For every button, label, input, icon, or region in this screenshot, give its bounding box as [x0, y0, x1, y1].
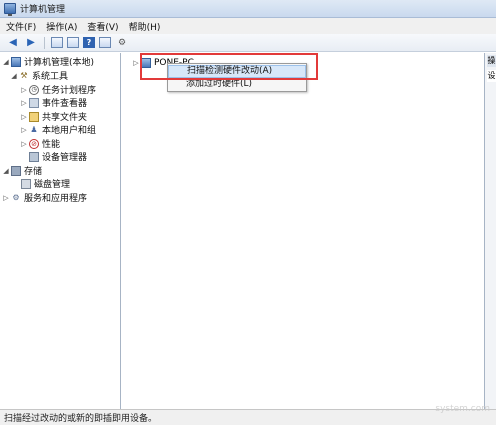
title-bar: 计算机管理: [0, 0, 496, 18]
tree-item-storage[interactable]: ◢ 存储: [2, 164, 42, 177]
help-icon[interactable]: ?: [83, 37, 95, 48]
window-title: 计算机管理: [20, 5, 66, 15]
services-icon: ⚙: [12, 193, 20, 202]
clock-icon: ◷: [29, 84, 39, 95]
tree-item-task-scheduler[interactable]: ▷ ◷ 任务计划程序: [20, 83, 96, 96]
tree-item-label: 性能: [42, 140, 61, 150]
menu-file[interactable]: 文件(F): [6, 20, 36, 33]
tree-item-services-applications[interactable]: ▷ ⚙ 服务和应用程序: [2, 191, 87, 204]
menu-view[interactable]: 查看(V): [87, 20, 118, 33]
tree-item-device-manager[interactable]: 设备管理器: [28, 150, 87, 163]
computer-icon: [11, 56, 21, 67]
scan-hardware-icon[interactable]: ⚙: [115, 36, 129, 49]
tree-item-label: 存储: [24, 167, 43, 177]
tree-item-disk-management[interactable]: 磁盘管理: [20, 177, 70, 190]
tools-icon: ⚒: [20, 71, 28, 80]
menu-item-scan-hardware-changes[interactable]: 扫描检测硬件改动(A): [168, 65, 306, 78]
actions-item[interactable]: 设: [487, 70, 496, 82]
tree-item-label: 设备管理器: [42, 153, 88, 163]
tree-item-label: 事件查看器: [42, 99, 88, 109]
actions-header[interactable]: 操: [487, 55, 496, 67]
tree-item-event-viewer[interactable]: ▷ 事件查看器: [20, 96, 87, 109]
tree-item-label: 服务和应用程序: [24, 194, 88, 204]
tree-item-local-users[interactable]: ▷ ♟ 本地用户和组: [20, 123, 96, 136]
expand-arrow-icon[interactable]: ▷: [20, 140, 28, 148]
toolbar: ◀ ▶ ? ⚙: [0, 34, 496, 52]
tree-item-computer-management[interactable]: ◢ 计算机管理(本地): [2, 55, 94, 68]
menu-item-add-legacy-hardware[interactable]: 添加过时硬件(L): [168, 78, 306, 91]
watermark: system.com: [435, 404, 490, 414]
status-bar: 扫描经过改动的或新的即插即用设备。: [0, 409, 496, 425]
expand-arrow-icon[interactable]: ▷: [20, 126, 28, 134]
show-hide-tree-icon[interactable]: [67, 37, 79, 48]
properties-icon[interactable]: [99, 37, 111, 48]
tree-item-label: 任务计划程序: [42, 86, 97, 96]
tree-item-label: 系统工具: [32, 72, 69, 82]
menu-help[interactable]: 帮助(H): [129, 20, 161, 33]
navigation-tree: ◢ 计算机管理(本地) ◢ ⚒ 系统工具 ▷ ◷ 任务计划程序 ▷ 事件查看器 …: [0, 53, 121, 409]
tree-item-label: 本地用户和组: [42, 126, 97, 136]
forward-arrow-icon[interactable]: ▶: [24, 36, 38, 49]
collapse-arrow-icon[interactable]: ◢: [10, 72, 18, 80]
users-icon: ♟: [30, 125, 38, 134]
menu-bar: 文件(F) 操作(A) 查看(V) 帮助(H): [0, 18, 496, 34]
computer-management-icon: [4, 3, 16, 16]
device-manager-icon: [29, 151, 39, 162]
tree-item-label: 计算机管理(本地): [24, 58, 95, 68]
toolbar-divider: [44, 36, 45, 49]
tree-item-shared-folders[interactable]: ▷ 共享文件夹: [20, 110, 87, 123]
collapse-arrow-icon[interactable]: ◢: [2, 58, 10, 66]
expand-arrow-icon[interactable]: ▷: [132, 59, 140, 67]
context-menu: 扫描检测硬件改动(A) 添加过时硬件(L): [167, 63, 307, 92]
back-arrow-icon[interactable]: ◀: [6, 36, 20, 49]
disk-icon: [21, 178, 31, 189]
up-folder-icon[interactable]: [51, 37, 63, 48]
expand-arrow-icon[interactable]: ▷: [20, 86, 28, 94]
tree-item-system-tools[interactable]: ◢ ⚒ 系统工具: [10, 69, 68, 82]
expand-arrow-icon[interactable]: ▷: [2, 194, 10, 202]
tree-item-performance[interactable]: ▷ ⊘ 性能: [20, 137, 60, 150]
status-text: 扫描经过改动的或新的即插即用设备。: [4, 414, 158, 424]
menu-action[interactable]: 操作(A): [46, 20, 77, 33]
performance-icon: ⊘: [29, 138, 39, 149]
expand-arrow-icon[interactable]: ▷: [20, 113, 28, 121]
actions-pane: 操 设: [484, 53, 496, 409]
computer-icon: [141, 57, 151, 68]
tree-item-label: 共享文件夹: [42, 113, 88, 123]
expand-arrow-icon[interactable]: ▷: [20, 99, 28, 107]
main-pane: ▷ PONE-PC 扫描检测硬件改动(A) 添加过时硬件(L): [122, 53, 484, 409]
shared-folder-icon: [29, 111, 39, 122]
storage-icon: [11, 165, 21, 176]
tree-item-label: 磁盘管理: [34, 180, 71, 190]
collapse-arrow-icon[interactable]: ◢: [2, 167, 10, 175]
event-viewer-icon: [29, 97, 39, 108]
